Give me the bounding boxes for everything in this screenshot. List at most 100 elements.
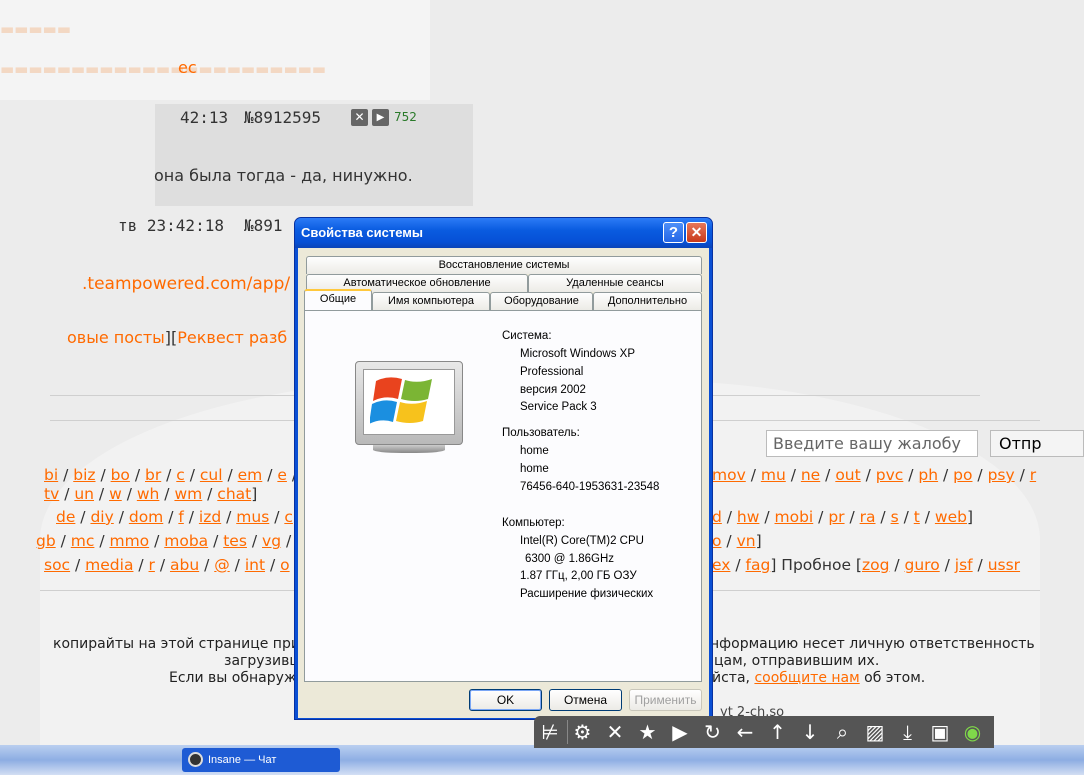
- board-link[interactable]: izd: [199, 508, 221, 526]
- ok-button[interactable]: OK: [469, 689, 542, 711]
- new-posts-link[interactable]: овые посты: [67, 328, 165, 347]
- post2-link[interactable]: .teampowered.com/app/: [82, 274, 290, 294]
- footer-line3-left: Если вы обнаруж: [169, 670, 297, 686]
- board-link[interactable]: ph: [918, 466, 938, 484]
- tab-general[interactable]: Общие: [304, 289, 372, 310]
- board-link[interactable]: out: [835, 466, 860, 484]
- board-link[interactable]: media: [85, 556, 133, 574]
- board-link[interactable]: mmo: [109, 532, 149, 550]
- close-button[interactable]: ✕: [686, 222, 707, 243]
- trial-board-link[interactable]: ussr: [988, 556, 1020, 574]
- board-link[interactable]: pr: [828, 508, 844, 526]
- board-link[interactable]: po: [953, 466, 972, 484]
- board-link[interactable]: vg: [262, 532, 281, 550]
- board-link[interactable]: bo: [111, 466, 130, 484]
- board-link[interactable]: o: [280, 556, 289, 574]
- tab-remote[interactable]: Удаленные сеансы: [528, 274, 702, 292]
- dialog-titlebar[interactable]: Свойства системы ? ✕: [295, 218, 712, 248]
- close-icon[interactable]: ✕: [603, 720, 627, 744]
- board-nav-row4: gb / mc / mmo / moba / tes / vg /: [36, 532, 291, 550]
- board-link[interactable]: de: [56, 508, 75, 526]
- board-link[interactable]: moba: [164, 532, 208, 550]
- board-link[interactable]: abu: [170, 556, 199, 574]
- apply-button[interactable]: Применить: [629, 689, 702, 711]
- send-button[interactable]: Отпр: [990, 430, 1084, 457]
- board-link[interactable]: wh: [137, 485, 160, 503]
- tab-advanced[interactable]: Дополнительно: [593, 292, 702, 310]
- board-link[interactable]: tv: [44, 485, 59, 503]
- eye-icon[interactable]: ◉: [961, 720, 985, 744]
- post2-number[interactable]: №891: [244, 216, 283, 235]
- board-link[interactable]: c: [284, 508, 293, 526]
- play-icon[interactable]: ▶: [372, 109, 389, 126]
- board-link[interactable]: ex: [712, 556, 730, 574]
- board-link[interactable]: em: [238, 466, 263, 484]
- arrow-left-icon[interactable]: ←: [733, 720, 757, 744]
- board-link[interactable]: mc: [71, 532, 95, 550]
- board-link[interactable]: d: [712, 508, 722, 526]
- board-link[interactable]: mov: [712, 466, 746, 484]
- download-icon[interactable]: ⤓: [896, 720, 920, 744]
- board-link[interactable]: mus: [236, 508, 269, 526]
- post1-number[interactable]: №8912595: [244, 108, 321, 127]
- board-link[interactable]: r: [1030, 466, 1036, 484]
- save-icon[interactable]: ▣: [928, 720, 952, 744]
- board-link[interactable]: cul: [200, 466, 223, 484]
- trial-board-link[interactable]: guro: [905, 556, 940, 574]
- board-link[interactable]: br: [145, 466, 161, 484]
- board-link[interactable]: e: [277, 466, 287, 484]
- board-link[interactable]: int: [245, 556, 265, 574]
- link-fragment[interactable]: ec: [178, 58, 197, 77]
- board-link[interactable]: ne: [801, 466, 820, 484]
- board-link[interactable]: mobi: [775, 508, 814, 526]
- nav-separator: /: [813, 508, 829, 526]
- trial-board-link[interactable]: jsf: [955, 556, 973, 574]
- board-nav-row5: soc / media / r / abu / @ / int / o /: [44, 556, 300, 574]
- star-icon[interactable]: ★: [636, 720, 660, 744]
- tab-system-restore[interactable]: Восстановление системы: [306, 256, 702, 274]
- board-link[interactable]: ra: [860, 508, 876, 526]
- board-link[interactable]: psy: [988, 466, 1015, 484]
- board-link[interactable]: diy: [90, 508, 113, 526]
- board-link[interactable]: pvc: [876, 466, 904, 484]
- complaint-input[interactable]: Введите вашу жалобу: [766, 430, 978, 457]
- board-link[interactable]: web: [935, 508, 967, 526]
- trial-board-link[interactable]: zog: [862, 556, 889, 574]
- board-link[interactable]: @: [214, 556, 230, 574]
- hide-icon[interactable]: ✕: [351, 109, 368, 126]
- help-button[interactable]: ?: [663, 222, 684, 243]
- nav-separator: /: [972, 466, 988, 484]
- tab-computer-name[interactable]: Имя компьютера: [372, 292, 490, 310]
- board-link[interactable]: wm: [174, 485, 202, 503]
- board-link[interactable]: soc: [44, 556, 70, 574]
- cancel-button[interactable]: Отмена: [549, 689, 622, 711]
- board-link[interactable]: tes: [223, 532, 247, 550]
- crop-icon[interactable]: ⊭: [538, 720, 562, 744]
- board-link[interactable]: fag: [746, 556, 771, 574]
- board-link[interactable]: s: [891, 508, 899, 526]
- board-link[interactable]: chat: [217, 485, 251, 503]
- play-icon[interactable]: ▶: [668, 720, 692, 744]
- board-nav-row1-right: mov / mu / ne / out / pvc / ph / po / ps…: [712, 466, 1036, 484]
- nav-separator: /: [208, 532, 224, 550]
- arrow-down-icon[interactable]: ↓: [798, 720, 822, 744]
- board-link[interactable]: gb: [36, 532, 56, 550]
- board-link[interactable]: hw: [737, 508, 760, 526]
- arrow-up-icon[interactable]: ↑: [766, 720, 790, 744]
- settings-icon[interactable]: ⚙: [571, 720, 595, 744]
- zoom-icon[interactable]: ⌕: [831, 720, 855, 744]
- rotate-icon[interactable]: ↻: [701, 720, 725, 744]
- board-link[interactable]: dom: [129, 508, 163, 526]
- board-link[interactable]: c: [176, 466, 185, 484]
- board-link[interactable]: bi: [44, 466, 58, 484]
- board-link[interactable]: mu: [761, 466, 786, 484]
- board-link[interactable]: w: [109, 485, 122, 503]
- tab-hardware[interactable]: Оборудование: [490, 292, 593, 310]
- board-link[interactable]: biz: [73, 466, 95, 484]
- hatch-icon[interactable]: ▨: [863, 720, 887, 744]
- taskbar-window-button[interactable]: Insane — Чат: [182, 748, 340, 772]
- report-link[interactable]: сообщите нам: [754, 670, 859, 686]
- board-link[interactable]: vn: [737, 532, 756, 550]
- request-link[interactable]: Реквест разб: [177, 328, 287, 347]
- board-link[interactable]: un: [74, 485, 94, 503]
